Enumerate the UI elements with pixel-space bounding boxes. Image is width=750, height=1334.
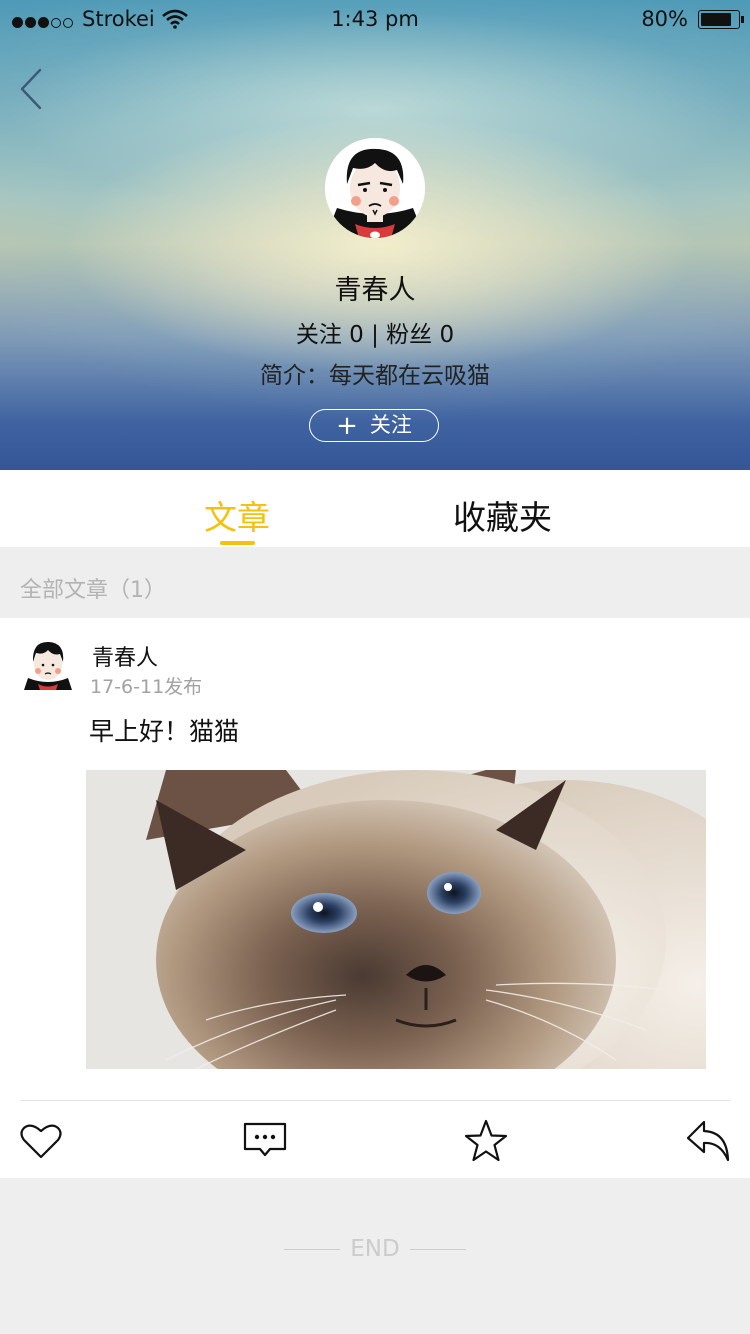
profile-bio: 简介：每天都在云吸猫: [260, 363, 490, 389]
battery-icon: [698, 10, 744, 29]
back-arrow-icon[interactable]: [14, 64, 50, 114]
article-card[interactable]: 青春人 17-6-11发布 早上好！猫猫: [0, 618, 750, 1178]
section-title: 全部文章（1）: [20, 578, 166, 603]
avatar-illustration-icon: [325, 138, 425, 238]
post-title[interactable]: 早上好！猫猫: [89, 712, 239, 748]
share-icon[interactable]: [686, 1118, 732, 1164]
author-avatar[interactable]: [24, 638, 72, 690]
post-date: 17-6-11发布: [90, 676, 203, 698]
tab-articles[interactable]: 文章: [204, 491, 270, 539]
post-image[interactable]: [86, 770, 706, 1069]
profile-header: Strokei 1:43 pm 80% 青春人 关注 0 | 粉丝 0 简介：每…: [0, 0, 750, 470]
status-bar: Strokei 1:43 pm 80%: [0, 0, 750, 40]
end-label: END: [350, 1236, 400, 1262]
comment-icon[interactable]: [242, 1118, 288, 1164]
battery-percent: 80%: [641, 7, 688, 31]
tab-bar: 文章 收藏夹: [0, 470, 750, 547]
heart-icon[interactable]: [18, 1118, 64, 1164]
tab-favorites[interactable]: 收藏夹: [453, 491, 552, 539]
cat-photo: [86, 770, 706, 1069]
end-line-left: [284, 1248, 341, 1251]
end-marker: END: [0, 1236, 750, 1262]
end-line-right: [409, 1248, 466, 1251]
post-author[interactable]: 青春人: [92, 640, 158, 672]
follow-button[interactable]: + 关注: [309, 409, 439, 442]
profile-name: 青春人: [334, 275, 416, 306]
clock: 1:43 pm: [331, 7, 419, 31]
follow-button-label: 关注: [369, 413, 412, 437]
divider: [20, 1100, 730, 1101]
plus-icon: +: [336, 411, 358, 441]
active-tab-indicator: [220, 541, 255, 545]
follow-stats[interactable]: 关注 0 | 粉丝 0: [0, 315, 750, 349]
star-icon[interactable]: [463, 1118, 509, 1164]
avatar[interactable]: [325, 138, 425, 238]
